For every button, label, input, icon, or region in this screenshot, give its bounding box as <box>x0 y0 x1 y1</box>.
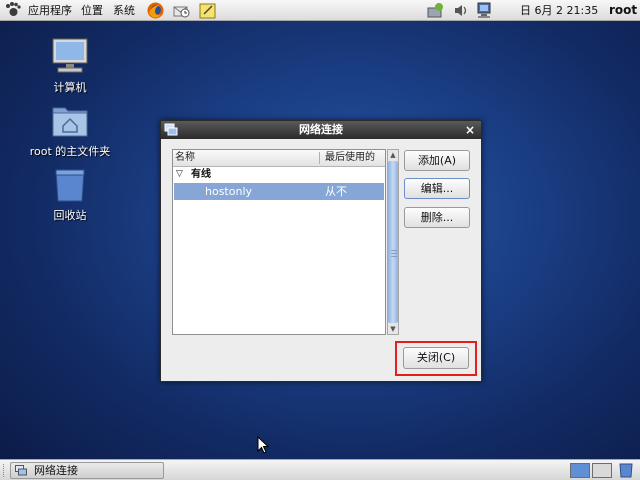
notes-icon[interactable] <box>198 1 217 20</box>
network-icon[interactable] <box>475 1 494 20</box>
scroll-up-icon[interactable]: ▲ <box>388 150 398 160</box>
taskbar-window-button[interactable]: 网络连接 <box>10 462 164 479</box>
trash-icon[interactable] <box>617 462 635 478</box>
clock[interactable]: 日 6月 2 21:35 <box>520 0 598 21</box>
network-icon <box>15 465 27 476</box>
add-button[interactable]: 添加(A) <box>404 150 470 171</box>
firefox-icon[interactable] <box>146 1 165 20</box>
update-icon[interactable] <box>426 1 445 20</box>
close-icon[interactable]: × <box>463 121 477 139</box>
mail-clock-icon[interactable] <box>172 1 191 20</box>
grip-icon: — — — <box>391 247 397 260</box>
edit-button[interactable]: 编辑... <box>404 178 470 199</box>
connection-row[interactable]: hostonly 从不 <box>174 183 384 200</box>
panel-handle <box>3 464 6 477</box>
computer-icon <box>52 38 88 73</box>
connection-list[interactable]: 名称 最后使用的 ▽ 有线 hostonly 从不 <box>172 149 386 335</box>
volume-icon[interactable] <box>452 1 471 20</box>
home-folder-icon <box>52 107 88 137</box>
desktop-icon-label: 计算机 <box>53 81 87 94</box>
network-connections-dialog: 网络连接 × 名称 最后使用的 ▽ 有线 hostonly 从不 ▲ — — — ▼… <box>160 120 482 382</box>
mouse-pointer-icon <box>257 436 269 454</box>
desktop-icon-home[interactable]: root 的主文件夹 <box>20 102 120 159</box>
workspace-1[interactable] <box>570 463 590 478</box>
dialog-title: 网络连接 <box>299 123 343 136</box>
column-separator <box>319 152 320 164</box>
delete-button[interactable]: 删除... <box>404 207 470 228</box>
group-row-wired[interactable]: ▽ 有线 <box>173 167 385 182</box>
list-header: 名称 最后使用的 <box>173 150 385 167</box>
workspace-2[interactable] <box>592 463 612 478</box>
menu-applications[interactable]: 应用程序 <box>28 0 72 21</box>
dialog-titlebar[interactable]: 网络连接 × <box>161 121 481 139</box>
connection-last-used: 从不 <box>325 185 347 198</box>
expander-triangle-icon[interactable]: ▽ <box>176 167 183 182</box>
menu-system[interactable]: 系统 <box>113 0 135 21</box>
group-label: 有线 <box>191 169 211 180</box>
scrollbar-thumb[interactable]: — — — <box>388 161 398 323</box>
gnome-foot-icon[interactable] <box>4 1 23 20</box>
column-header-last-used[interactable]: 最后使用的 <box>325 150 375 166</box>
desktop-icon-label: 回收站 <box>53 209 87 222</box>
trash-icon <box>55 169 85 202</box>
desktop-icon-label: root 的主文件夹 <box>29 145 111 158</box>
desktop-icon-computer[interactable]: 计算机 <box>20 36 120 95</box>
top-panel: 应用程序 位置 系统 日 6月 2 21:35 root <box>0 0 640 21</box>
column-header-name[interactable]: 名称 <box>175 150 195 166</box>
taskbar-window-label: 网络连接 <box>34 464 78 477</box>
close-button[interactable]: 关闭(C) <box>403 347 469 369</box>
scroll-down-icon[interactable]: ▼ <box>388 324 398 334</box>
user-name[interactable]: root <box>609 0 637 21</box>
list-scrollbar[interactable]: ▲ — — — ▼ <box>387 149 399 335</box>
bottom-panel: 网络连接 <box>0 459 640 480</box>
menu-places[interactable]: 位置 <box>81 0 103 21</box>
desktop-icon-trash[interactable]: 回收站 <box>20 166 120 223</box>
connection-name: hostonly <box>205 185 253 198</box>
